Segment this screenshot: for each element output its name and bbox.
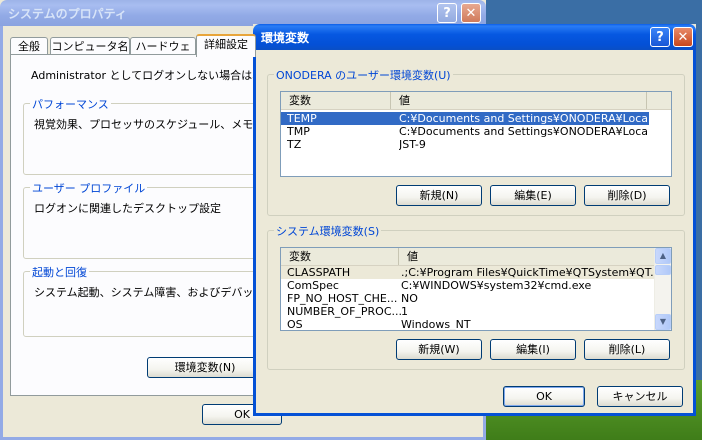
scroll-up-icon[interactable]: ▲ [655, 248, 671, 264]
variable-name: TMP [287, 125, 310, 138]
system-variables-group: システム環境変数(S) 変数 値 CLASSPATH .;C:¥Program … [267, 223, 685, 370]
list-item[interactable]: TMP C:¥Documents and Settings¥ONODERA¥Lo… [281, 125, 649, 138]
user-variables-group: ONODERA のユーザー環境変数(U) 変数 値 TEMP C:¥Docume… [267, 67, 685, 216]
performance-label: パフォーマンス [30, 96, 111, 112]
variable-name: OS [287, 318, 303, 331]
dialog-ok-button[interactable]: OK [503, 386, 585, 407]
environment-variables-titlebar[interactable]: 環境変数 ? ✕ [253, 24, 696, 50]
variable-value: JST-9 [399, 138, 426, 151]
startup-recovery-label: 起動と回復 [30, 264, 89, 280]
list-item[interactable]: OS Windows_NT [281, 318, 655, 331]
user-profile-label: ユーザー プロファイル [30, 180, 148, 196]
list-item[interactable]: NUMBER_OF_PROC... 1 [281, 305, 655, 318]
user-variables-list[interactable]: 変数 値 TEMP C:¥Documents and Settings¥ONOD… [280, 91, 672, 177]
close-button[interactable]: ✕ [461, 3, 481, 23]
variable-value: .;C:¥Program Files¥QuickTime¥QTSystem¥QT… [401, 266, 655, 279]
intro-text: Administrator としてログオンしない場合は、これ [31, 69, 286, 82]
variable-value: NO [401, 292, 418, 305]
user-delete-button[interactable]: 削除(D) [584, 185, 670, 206]
column-value[interactable]: 値 [391, 92, 647, 109]
dialog-help-button[interactable]: ? [650, 27, 670, 47]
variable-name: TZ [287, 138, 302, 151]
environment-variables-button[interactable]: 環境変数(N) [147, 357, 263, 378]
performance-text: 視覚効果、プロセッサのスケジュール、メモリ使用 [34, 118, 287, 131]
environment-variables-title: 環境変数 [261, 31, 310, 45]
startup-recovery-text: システム起動、システム障害、およびデバッグ情 [34, 286, 276, 299]
column-variable[interactable]: 変数 [281, 248, 399, 265]
column-variable[interactable]: 変数 [281, 92, 391, 109]
variable-name: FP_NO_HOST_CHE... [287, 292, 398, 305]
variable-name: CLASSPATH [287, 266, 351, 279]
tab-advanced[interactable]: 詳細設定 [196, 34, 256, 57]
system-edit-button[interactable]: 編集(I) [490, 339, 576, 360]
scroll-down-icon[interactable]: ▼ [655, 314, 671, 330]
system-properties-title: システムのプロパティ [8, 7, 127, 21]
dialog-close-button[interactable]: ✕ [673, 27, 693, 47]
variable-name: TEMP [287, 112, 317, 125]
dialog-cancel-button[interactable]: キャンセル [597, 386, 683, 407]
column-value[interactable]: 値 [399, 248, 655, 265]
user-list-header: 変数 値 [281, 92, 671, 110]
user-variables-label: ONODERA のユーザー環境変数(U) [274, 67, 453, 83]
system-list-scrollbar[interactable]: ▲ ▼ [654, 248, 671, 330]
variable-value: C:¥WINDOWS¥system32¥cmd.exe [401, 279, 592, 292]
list-item[interactable]: ComSpec C:¥WINDOWS¥system32¥cmd.exe [281, 279, 655, 292]
variable-value: C:¥Documents and Settings¥ONODERA¥Local.… [399, 125, 647, 138]
variable-value: 1 [401, 305, 408, 318]
user-new-button[interactable]: 新規(N) [396, 185, 482, 206]
system-variables-list[interactable]: 変数 値 CLASSPATH .;C:¥Program Files¥QuickT… [280, 247, 672, 331]
system-list-header: 変数 値 [281, 248, 671, 266]
scroll-thumb[interactable] [655, 265, 671, 275]
environment-variables-dialog: 環境変数 ? ✕ ONODERA のユーザー環境変数(U) 変数 値 TEMP … [253, 24, 696, 416]
system-new-button[interactable]: 新規(W) [396, 339, 482, 360]
list-item[interactable]: TZ JST-9 [281, 138, 649, 151]
system-properties-titlebar[interactable]: システムのプロパティ ? ✕ [0, 0, 486, 26]
variable-name: NUMBER_OF_PROC... [287, 305, 403, 318]
help-button[interactable]: ? [437, 3, 457, 23]
system-variables-label: システム環境変数(S) [274, 223, 382, 239]
variable-value: Windows_NT [401, 318, 471, 331]
list-item[interactable]: CLASSPATH .;C:¥Program Files¥QuickTime¥Q… [281, 266, 655, 279]
list-item[interactable]: TEMP C:¥Documents and Settings¥ONODERA¥L… [281, 112, 649, 125]
variable-name: ComSpec [287, 279, 339, 292]
variable-value: C:¥Documents and Settings¥ONODERA¥Local.… [399, 112, 647, 125]
list-item[interactable]: FP_NO_HOST_CHE... NO [281, 292, 655, 305]
system-delete-button[interactable]: 削除(L) [584, 339, 670, 360]
user-edit-button[interactable]: 編集(E) [490, 185, 576, 206]
user-profile-text: ログオンに関連したデスクトップ設定 [34, 202, 221, 215]
